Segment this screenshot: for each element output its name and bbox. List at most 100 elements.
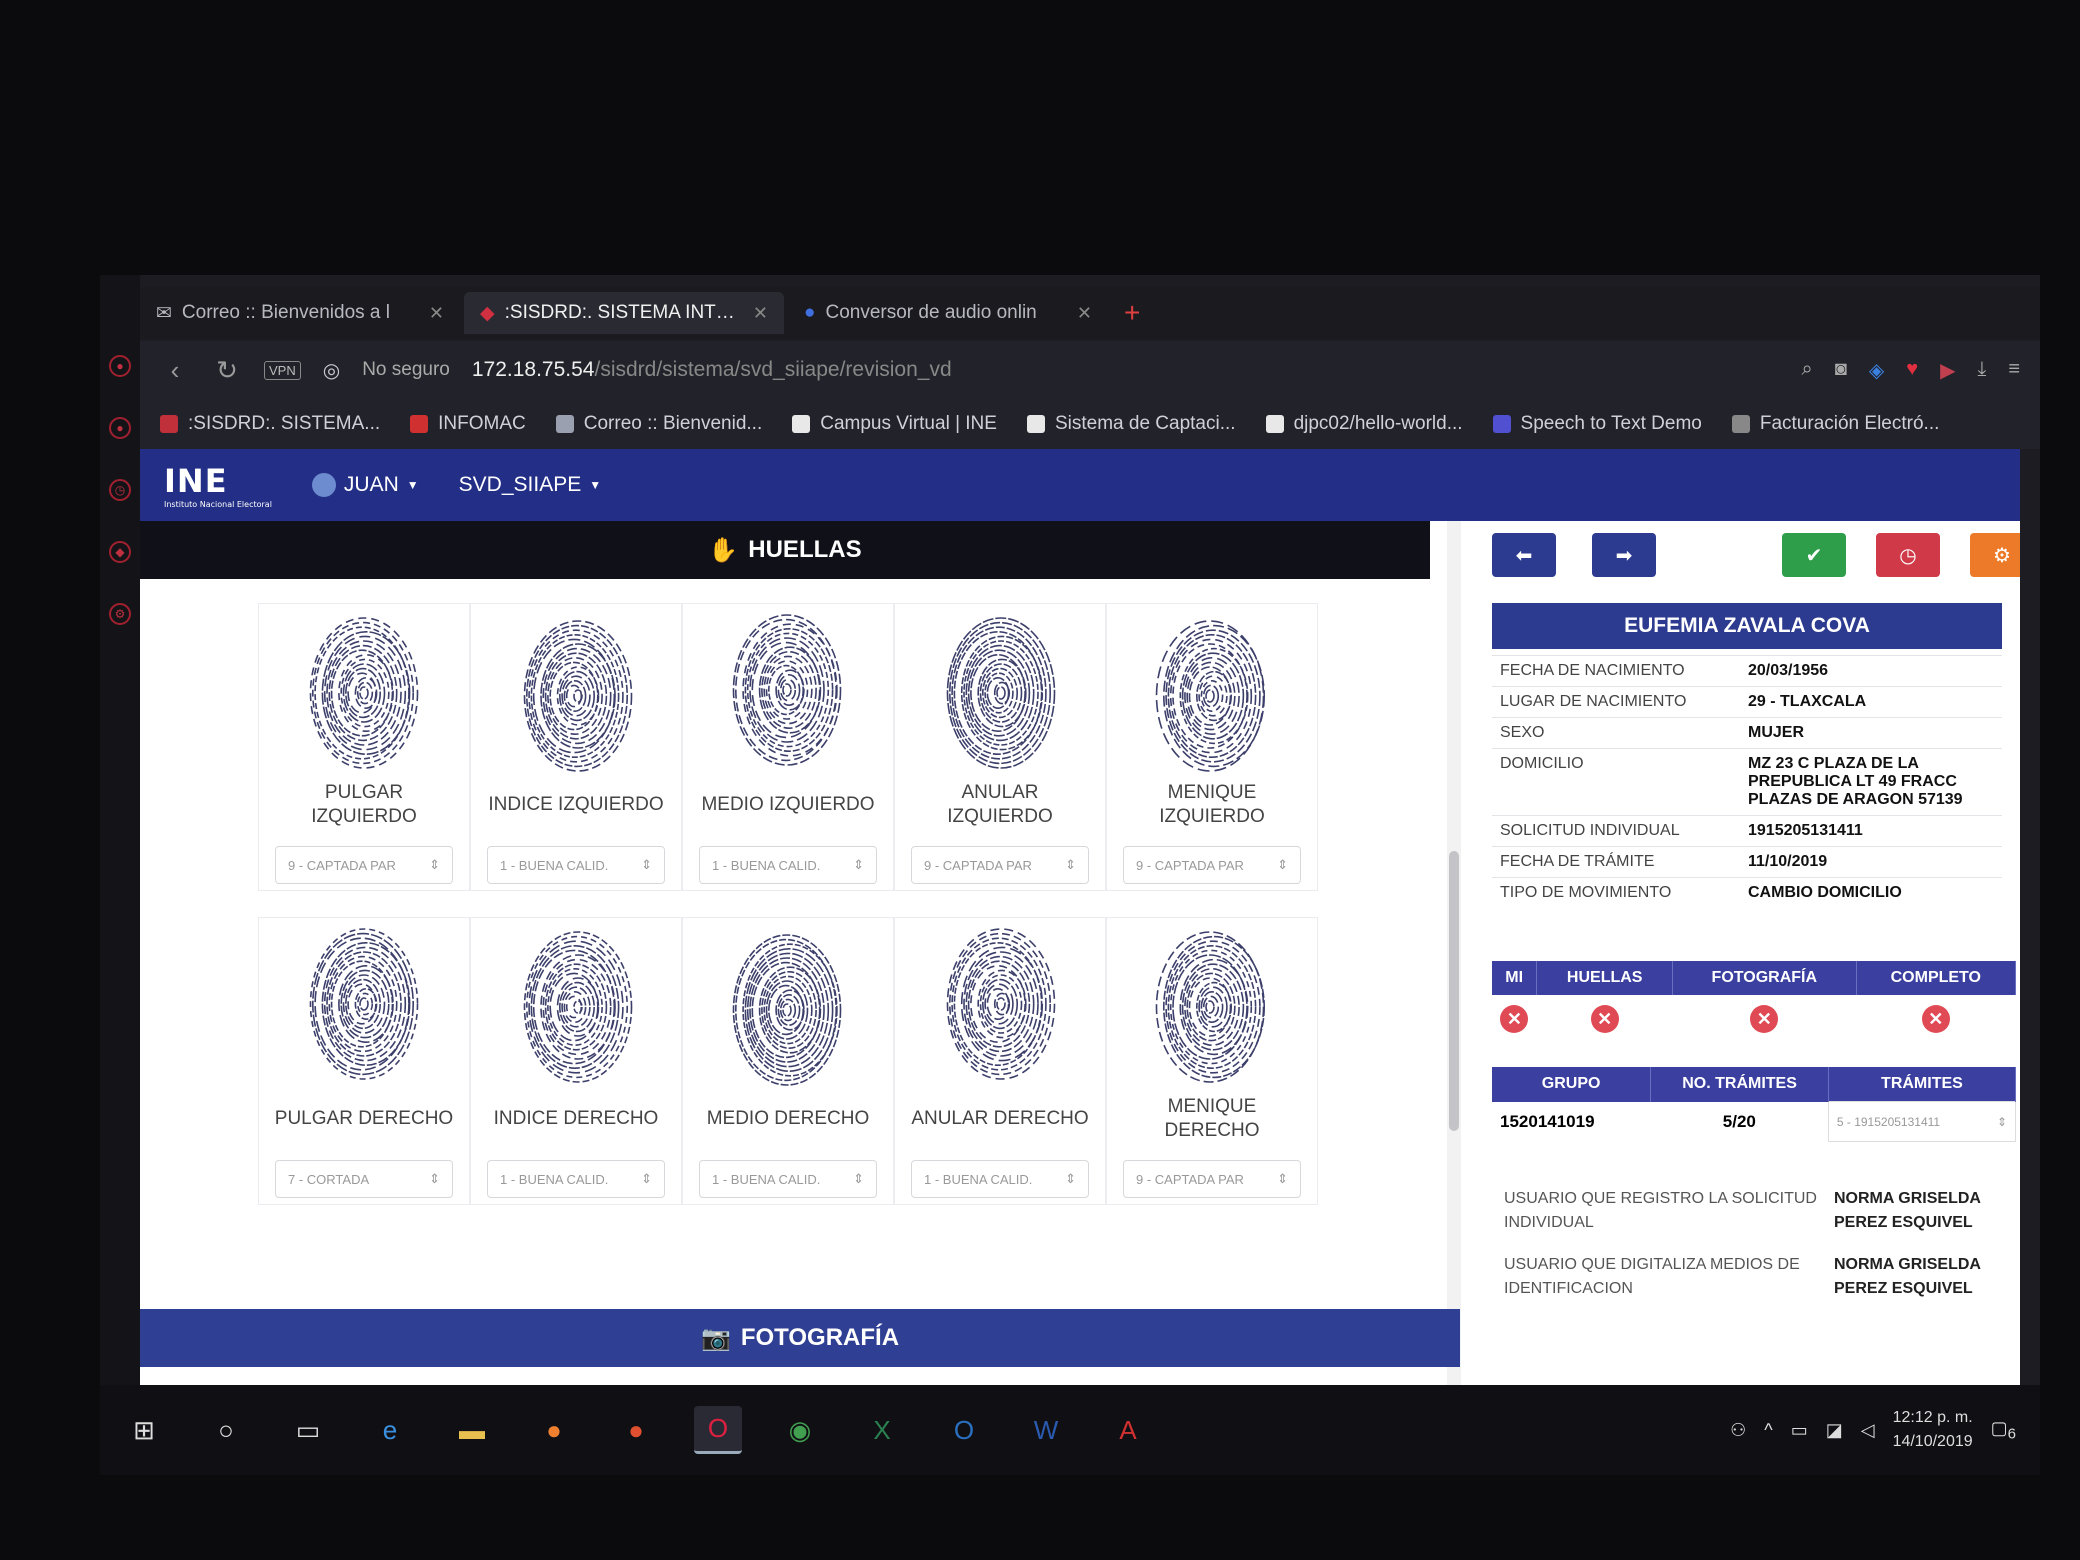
close-icon[interactable]: ✕	[429, 303, 444, 324]
bookmark-item[interactable]: Sistema de Captaci...	[1026, 413, 1236, 435]
quality-select[interactable]: 1 - BUENA CALID. ⇕	[911, 1160, 1089, 1198]
tab-correo[interactable]: ✉ Correo :: Bienvenidos a l ✕	[140, 292, 460, 334]
close-icon[interactable]: ✕	[1077, 303, 1092, 324]
scrollbar[interactable]	[1447, 521, 1461, 1385]
shield-icon[interactable]: ◈	[1869, 358, 1884, 383]
chevron-up-icon[interactable]: ^	[1764, 1420, 1772, 1441]
search-icon[interactable]: ⌕	[1802, 358, 1813, 383]
quality-select[interactable]: 1 - BUENA CALID. ⇕	[487, 1160, 665, 1198]
quality-select[interactable]: 7 - CORTADA ⇕	[275, 1160, 453, 1198]
fingerprint-cell[interactable]: ANULAR IZQUIERDO 9 - CAPTADA PAR ⇕	[894, 603, 1106, 891]
finger-label: ANULAR DERECHO	[911, 1108, 1089, 1129]
bookmark-item[interactable]: Correo :: Bienvenid...	[555, 413, 762, 435]
whatsapp-icon[interactable]: ●	[109, 417, 131, 439]
volume-icon[interactable]: ◁	[1861, 1420, 1875, 1441]
new-tab-icon[interactable]: +	[1112, 297, 1152, 329]
quality-value: 9 - CAPTADA PAR	[288, 857, 396, 873]
quality-select[interactable]: 9 - CAPTADA PAR ⇕	[911, 846, 1089, 884]
next-button[interactable]: ➡	[1592, 533, 1656, 577]
quality-select[interactable]: 9 - CAPTADA PAR ⇕	[1123, 846, 1301, 884]
bookmark-item[interactable]: :SISDRD:. SISTEMA...	[160, 413, 380, 435]
bookmark-label: Sistema de Captaci...	[1054, 413, 1236, 434]
heart-icon[interactable]: ♥	[1906, 358, 1918, 383]
bookmark-item[interactable]: INFOMAC	[410, 413, 526, 435]
acrobat-icon[interactable]: A	[1104, 1406, 1152, 1454]
tab-conversor[interactable]: ● Conversor de audio onlin ✕	[788, 292, 1108, 334]
opera-icon[interactable]: O	[694, 1406, 742, 1454]
excel-icon[interactable]: X	[858, 1406, 906, 1454]
cortana-icon[interactable]: ○	[202, 1406, 250, 1454]
previous-button[interactable]: ⬅	[1492, 533, 1556, 577]
firefox-dev-icon[interactable]: ●	[612, 1406, 660, 1454]
quality-select[interactable]: 1 - BUENA CALID. ⇕	[699, 846, 877, 884]
approve-button[interactable]: ✔	[1782, 533, 1846, 577]
back-arrow-icon[interactable]: ‹	[160, 355, 190, 386]
camera-icon[interactable]: ◙	[1835, 358, 1847, 383]
tramites-select[interactable]: 5 - 1915205131411 ⇕	[1827, 1101, 2017, 1142]
info-key: SEXO	[1492, 717, 1740, 749]
quality-select[interactable]: 9 - CAPTADA PAR ⇕	[275, 846, 453, 884]
fingerprint-cell[interactable]: PULGAR IZQUIERDO 9 - CAPTADA PAR ⇕	[258, 603, 470, 891]
quality-value: 9 - CAPTADA PAR	[1136, 857, 1244, 873]
download-icon[interactable]: ⤓	[1977, 358, 1986, 383]
settings-icon[interactable]: ⚙	[109, 603, 131, 625]
youtube-icon[interactable]: ▶	[1940, 358, 1955, 383]
fingerprint-cell[interactable]: PULGAR DERECHO 7 - CORTADA ⇕	[258, 917, 470, 1205]
security-status[interactable]: No seguro	[362, 359, 450, 381]
file-explorer-icon[interactable]: ▬	[448, 1406, 496, 1454]
module-menu[interactable]: SVD_SIIAPE ▼	[459, 473, 601, 497]
history-icon[interactable]: ◷	[109, 479, 131, 501]
firefox-icon[interactable]: ●	[530, 1406, 578, 1454]
quality-select[interactable]: 9 - CAPTADA PAR ⇕	[1123, 1160, 1301, 1198]
ine-logo[interactable]: INE Instituto Nacional Electoral	[164, 462, 272, 509]
fingerprint-cell[interactable]: MEDIO DERECHO 1 - BUENA CALID. ⇕	[682, 917, 894, 1205]
task-view-icon[interactable]: ▭	[284, 1406, 332, 1454]
close-icon[interactable]: ✕	[753, 303, 768, 324]
fingerprint-cell[interactable]: MENIQUE IZQUIERDO 9 - CAPTADA PAR ⇕	[1106, 603, 1318, 891]
fingerprint-grid: PULGAR IZQUIERDO 9 - CAPTADA PAR ⇕ INDICE I…	[258, 603, 1318, 1231]
fingerprint-cell[interactable]: MEDIO IZQUIERDO 1 - BUENA CALID. ⇕	[682, 603, 894, 891]
notification-count: 6	[2007, 1425, 2016, 1443]
battery-icon[interactable]: ▭	[1791, 1420, 1808, 1441]
bookmark-item[interactable]: Speech to Text Demo	[1492, 413, 1702, 435]
internet-explorer-icon[interactable]: e	[366, 1406, 414, 1454]
reject-icon[interactable]: ✕	[1750, 1005, 1779, 1033]
reject-icon[interactable]: ✕	[1921, 1005, 1950, 1033]
url-field[interactable]: 172.18.75.54/sisdrd/sistema/svd_siiape/r…	[472, 358, 1780, 382]
user-menu[interactable]: JUAN ▼	[311, 473, 419, 497]
network-icon[interactable]: ◪	[1826, 1420, 1843, 1441]
info-row: FECHA DE NACIMIENTO 20/03/1956	[1492, 655, 2002, 687]
quality-value: 9 - CAPTADA PAR	[924, 857, 1032, 873]
fingerprint-cell[interactable]: ANULAR DERECHO 1 - BUENA CALID. ⇕	[894, 917, 1106, 1205]
tab-sisdrd[interactable]: ◆ :SISDRD:. SISTEMA INTEG ✕	[464, 292, 784, 334]
outlook-icon[interactable]: O	[940, 1406, 988, 1454]
settings-button[interactable]: ⚙	[1970, 533, 2020, 577]
fingerprint-cell[interactable]: INDICE IZQUIERDO 1 - BUENA CALID. ⇕	[470, 603, 682, 891]
finger-label: MEDIO DERECHO	[706, 1108, 870, 1129]
bookmark-item[interactable]: Campus Virtual | INE	[792, 413, 997, 435]
notification-icon[interactable]: ▢6	[1991, 1418, 2016, 1443]
menu-icon[interactable]: ≡	[2008, 358, 2020, 383]
bookmark-item[interactable]: djpc02/hello-world...	[1265, 413, 1463, 435]
clock[interactable]: 12:12 p. m. 14/10/2019	[1893, 1406, 1973, 1454]
messenger-icon[interactable]: ●	[109, 355, 131, 377]
scrollbar-thumb[interactable]	[1449, 851, 1459, 1131]
select-arrows-icon: ⇕	[1996, 1114, 2007, 1129]
vpn-badge[interactable]: VPN	[264, 360, 301, 380]
extensions-icon[interactable]: ◆	[109, 541, 131, 563]
reject-icon[interactable]: ✕	[1590, 1005, 1619, 1033]
word-icon[interactable]: W	[1022, 1406, 1070, 1454]
group-header: TRÁMITES	[1828, 1067, 2017, 1102]
fingerprint-cell[interactable]: INDICE DERECHO 1 - BUENA CALID. ⇕	[470, 917, 682, 1205]
bookmark-item[interactable]: Facturación Electró...	[1731, 413, 1939, 435]
pending-button[interactable]: ◷	[1876, 533, 1940, 577]
quality-select[interactable]: 1 - BUENA CALID. ⇕	[699, 1160, 877, 1198]
chrome-icon[interactable]: ◉	[776, 1406, 824, 1454]
people-icon[interactable]: ⚇	[1730, 1420, 1746, 1441]
fingerprint-cell[interactable]: MENIQUE DERECHO 9 - CAPTADA PAR ⇕	[1106, 917, 1318, 1205]
windows-start-icon[interactable]: ⊞	[120, 1406, 168, 1454]
reject-icon[interactable]: ✕	[1500, 1005, 1529, 1033]
quality-select[interactable]: 1 - BUENA CALID. ⇕	[487, 846, 665, 884]
status-header: HUELLAS	[1536, 961, 1673, 995]
reload-icon[interactable]: ↻	[212, 355, 242, 386]
